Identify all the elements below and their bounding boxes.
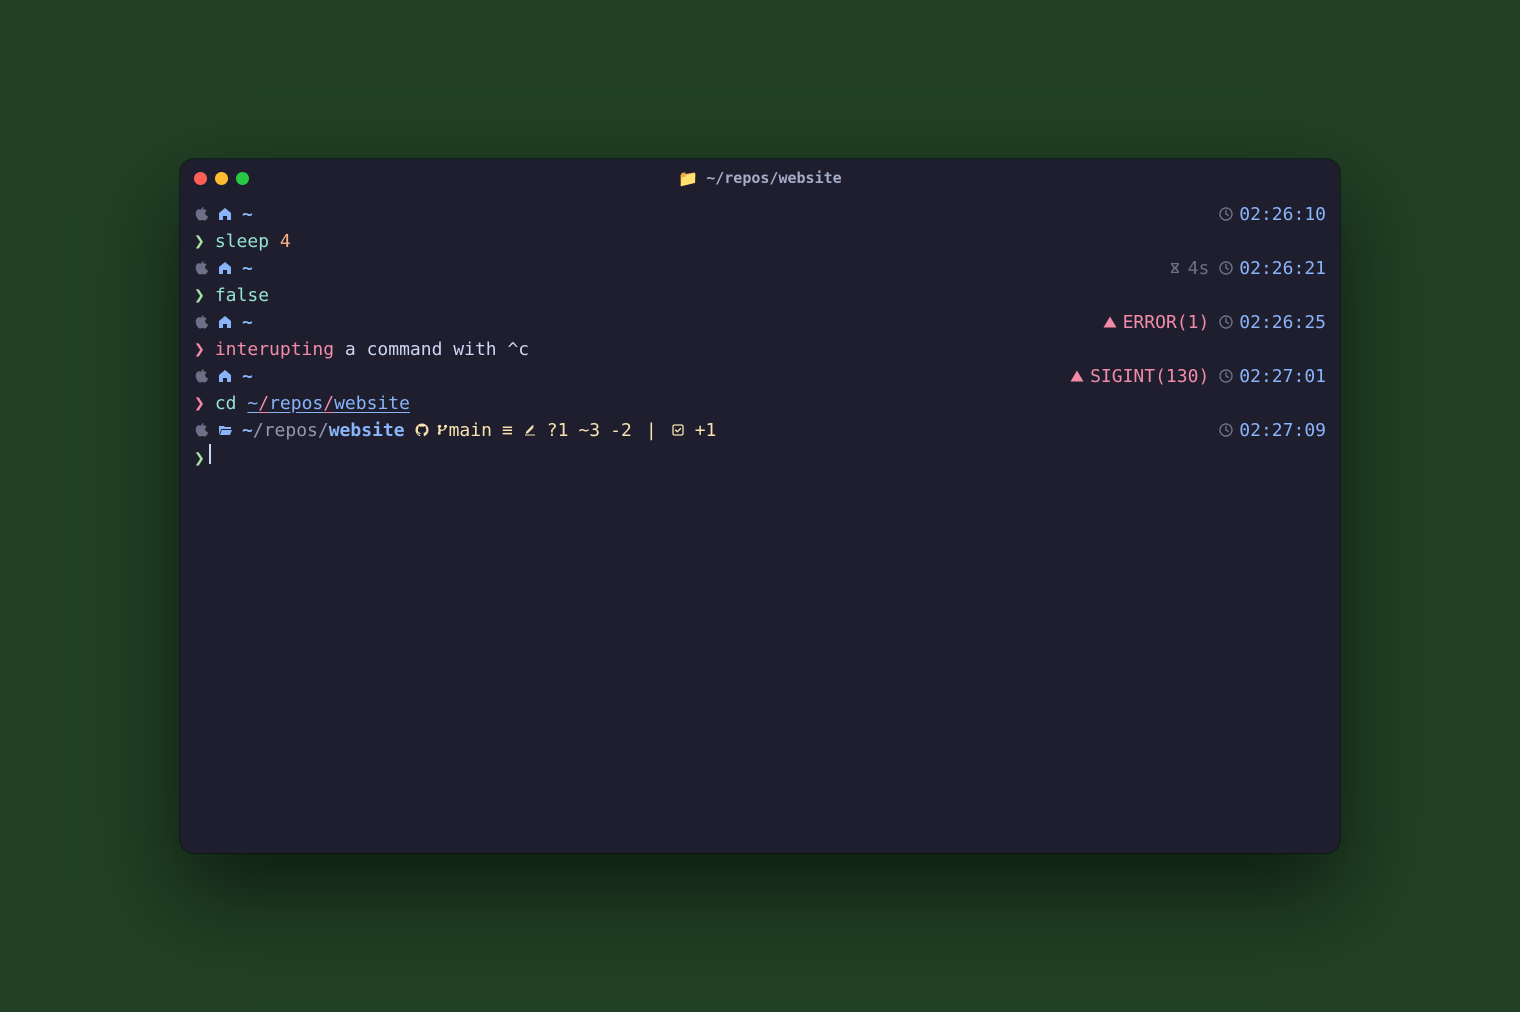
timestamp: 02:26:25 — [1239, 309, 1326, 336]
close-button[interactable] — [194, 172, 207, 185]
duration: 4s — [1188, 255, 1210, 282]
timestamp: 02:26:10 — [1239, 201, 1326, 228]
warning-icon — [1070, 363, 1084, 390]
stash-icon — [671, 417, 685, 444]
git-untracked: ?1 — [547, 417, 569, 444]
hourglass-icon — [1168, 255, 1182, 282]
apple-icon — [194, 309, 208, 336]
apple-icon — [194, 363, 208, 390]
command-line: ❯ sleep 4 — [194, 228, 291, 255]
command-line: ❯ false — [194, 282, 269, 309]
timestamp: 02:26:21 — [1239, 255, 1326, 282]
terminal-body[interactable]: ~ 02:26:10 ❯ sleep 4 ~ 4s — [180, 197, 1340, 853]
pen-icon — [523, 417, 537, 444]
branch-icon — [435, 417, 449, 444]
warning-icon — [1103, 309, 1117, 336]
cursor — [209, 444, 211, 464]
timestamp: 02:27:01 — [1239, 363, 1326, 390]
git-sync: ≡ — [502, 417, 513, 444]
prompt-caret: ❯ — [194, 445, 205, 472]
command-line: ❯ interupting a command with ^c — [194, 336, 529, 363]
prompt-line[interactable]: ❯ — [194, 444, 211, 472]
timestamp: 02:27:09 — [1239, 417, 1326, 444]
home-icon — [218, 255, 232, 282]
minimize-button[interactable] — [215, 172, 228, 185]
cwd-path: ~/repos/website — [242, 417, 405, 444]
command-line: ❯ cd ~/repos/website — [194, 390, 410, 417]
prompt-caret: ❯ — [194, 390, 205, 417]
terminal-window: 📁 ~/repos/website ~ 02:26:10 ❯ sleep 4 — [180, 159, 1340, 853]
window-title: ~/repos/website — [706, 169, 841, 187]
clock-icon — [1219, 309, 1233, 336]
home-icon — [218, 309, 232, 336]
git-stash: +1 — [695, 417, 717, 444]
folder-open-icon — [218, 417, 232, 444]
titlebar: 📁 ~/repos/website — [180, 159, 1340, 197]
folder-icon: 📁 — [678, 169, 698, 188]
github-icon — [415, 417, 429, 444]
prompt-caret: ❯ — [194, 336, 205, 363]
home-icon — [218, 363, 232, 390]
prompt-caret: ❯ — [194, 282, 205, 309]
prompt-caret: ❯ — [194, 228, 205, 255]
apple-icon — [194, 417, 208, 444]
cwd: ~ — [242, 255, 253, 282]
status-badge: SIGINT(130) — [1090, 363, 1209, 390]
clock-icon — [1219, 417, 1233, 444]
apple-icon — [194, 255, 208, 282]
git-deleted: -2 — [610, 417, 632, 444]
cwd: ~ — [242, 201, 253, 228]
status-badge: ERROR(1) — [1123, 309, 1210, 336]
apple-icon — [194, 201, 208, 228]
cwd: ~ — [242, 309, 253, 336]
clock-icon — [1219, 255, 1233, 282]
home-icon — [218, 201, 232, 228]
clock-icon — [1219, 363, 1233, 390]
git-branch: main — [449, 417, 492, 444]
git-separator: | — [646, 417, 657, 444]
zoom-button[interactable] — [236, 172, 249, 185]
cwd: ~ — [242, 363, 253, 390]
git-modified: ~3 — [578, 417, 600, 444]
clock-icon — [1219, 201, 1233, 228]
window-controls — [194, 172, 249, 185]
